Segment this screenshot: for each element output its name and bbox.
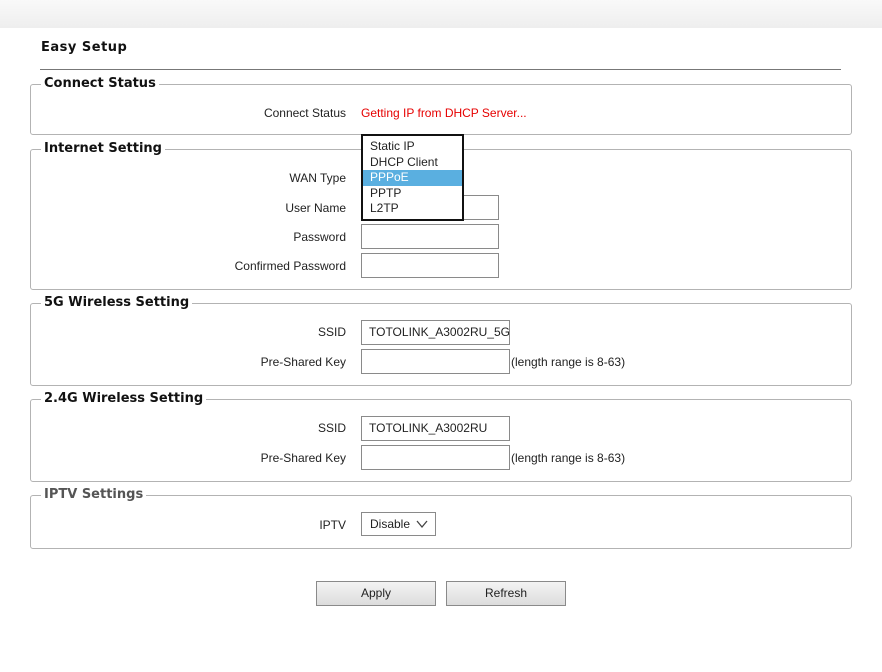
wan-option-static-ip[interactable]: Static IP [363,139,462,155]
wireless-24g-legend: 2.4G Wireless Setting [41,390,207,408]
wan-option-l2tp[interactable]: L2TP [363,201,462,217]
psk-5g-input[interactable] [361,349,510,374]
psk-5g-hint: (length range is 8-63) [511,355,626,369]
password-input[interactable] [361,224,499,249]
psk-24g-label: Pre-Shared Key [260,451,346,465]
confirmed-password-label: Confirmed Password [234,259,346,273]
psk-24g-hint: (length range is 8-63) [511,451,626,465]
wan-option-pptp[interactable]: PPTP [363,186,462,202]
top-bar [0,0,882,28]
connect-status-label: Connect Status [263,106,346,120]
ssid-24g-label: SSID [317,421,346,435]
wan-option-pppoe[interactable]: PPPoE [363,170,462,186]
psk-5g-label: Pre-Shared Key [260,355,346,369]
iptv-select[interactable]: Disable [361,512,436,536]
iptv-legend: IPTV Settings [41,486,147,504]
user-name-label: User Name [285,201,346,215]
wireless-5g-legend: 5G Wireless Setting [41,294,193,312]
wan-option-dhcp-client[interactable]: DHCP Client [363,155,462,171]
ssid-5g-label: SSID [317,325,346,339]
apply-button[interactable]: Apply [316,581,436,606]
title-divider [40,69,841,70]
page-title: Easy Setup [41,40,128,55]
ssid-5g-input[interactable]: TOTOLINK_A3002RU_5G [361,320,510,345]
ssid-24g-input[interactable]: TOTOLINK_A3002RU [361,416,510,441]
psk-24g-input[interactable] [361,445,510,470]
internet-setting-legend: Internet Setting [41,140,165,158]
confirmed-password-input[interactable] [361,253,499,278]
connect-status-value: Getting IP from DHCP Server... [361,106,527,120]
wan-type-dropdown[interactable]: Static IP DHCP Client PPPoE PPTP L2TP [361,134,464,221]
chevron-down-icon [416,520,428,529]
wan-type-label: WAN Type [289,171,346,185]
password-label: Password [293,230,346,244]
iptv-select-value: Disable [370,517,411,531]
refresh-button[interactable]: Refresh [446,581,566,606]
iptv-label: IPTV [319,518,346,532]
connect-status-legend: Connect Status [41,75,159,93]
